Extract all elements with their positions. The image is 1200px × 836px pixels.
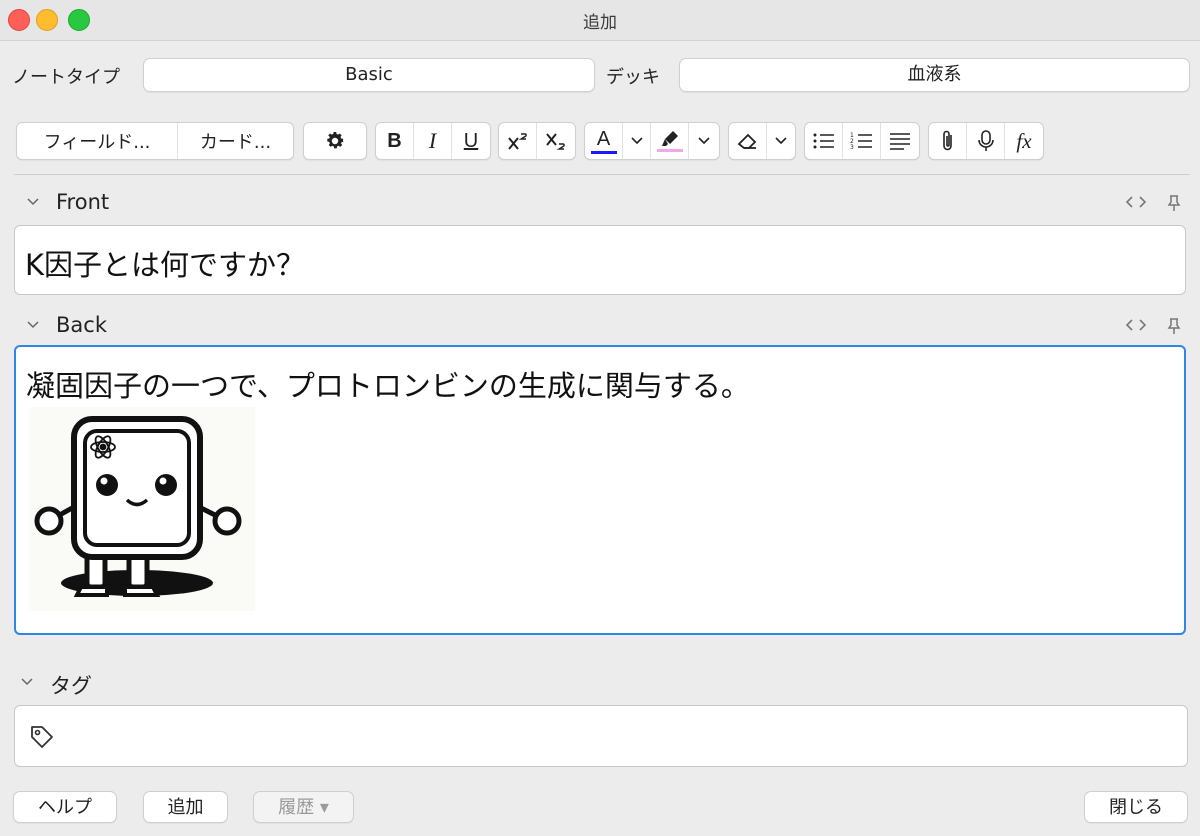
attach-icon[interactable] (929, 123, 967, 159)
eraser-icon[interactable] (729, 123, 767, 159)
collapse-chevron-icon[interactable] (26, 194, 40, 208)
editor-toolbar: フィールド... カード... B I U A 1 2 3 fx (0, 122, 1200, 160)
underline-button[interactable]: U (452, 123, 490, 159)
color-group: A (584, 122, 720, 160)
subscript-icon[interactable] (537, 123, 575, 159)
highlight-color-dropdown[interactable] (689, 123, 719, 159)
title-bar: 追加 (0, 0, 1200, 41)
align-icon[interactable] (881, 123, 919, 159)
back-field-label: Back (56, 313, 107, 337)
history-button[interactable]: 履歴 ▾ (253, 791, 354, 823)
highlighter-icon (661, 131, 678, 146)
svg-text:3: 3 (850, 144, 854, 151)
window-title: 追加 (583, 13, 617, 33)
math-icon[interactable]: fx (1005, 123, 1043, 159)
fields-cards-group: フィールド... カード... (16, 122, 294, 160)
fields-button[interactable]: フィールド... (17, 123, 178, 159)
text-style-group: B I U (375, 122, 491, 160)
microphone-icon[interactable] (967, 123, 1005, 159)
eraser-group (728, 122, 796, 160)
chevron-down-icon (698, 137, 710, 145)
script-group (498, 122, 576, 160)
tag-icon (31, 726, 53, 748)
character-image (29, 407, 255, 611)
text-color-glyph: A (596, 127, 611, 150)
back-field-content: 凝固因子の一つで、プロトロンビンの生成に関与する。 (26, 369, 750, 403)
italic-button[interactable]: I (414, 123, 452, 159)
deck-label: デッキ (606, 67, 660, 88)
front-field-label: Front (56, 190, 110, 214)
superscript-icon[interactable] (499, 123, 537, 159)
bold-button[interactable]: B (376, 123, 414, 159)
numbered-list-icon[interactable]: 123 (843, 123, 881, 159)
notetype-deck-row: ノートタイプ Basic デッキ 血液系 (0, 58, 1200, 92)
help-button[interactable]: ヘルプ (13, 791, 117, 823)
front-field-editor[interactable]: K因子とは何ですか？ (14, 225, 1186, 295)
media-group: fx (928, 122, 1044, 160)
options-group (303, 122, 367, 160)
tags-label: タグ (50, 674, 92, 698)
highlight-color-swatch (656, 149, 683, 152)
back-field-header: Back (0, 313, 1200, 341)
pin-icon[interactable] (1166, 317, 1182, 335)
text-color-dropdown[interactable] (623, 123, 651, 159)
pin-icon[interactable] (1166, 194, 1182, 212)
add-button[interactable]: 追加 (143, 791, 228, 823)
tags-header: タグ (0, 670, 1200, 698)
gear-icon[interactable] (304, 123, 366, 159)
notetype-selector[interactable]: Basic (143, 58, 595, 92)
front-field-content: K因子とは何ですか？ (25, 248, 306, 282)
back-field-editor[interactable]: 凝固因子の一つで、プロトロンビンの生成に関与する。 (14, 345, 1186, 635)
collapse-chevron-icon[interactable] (20, 674, 34, 688)
list-group: 123 (804, 122, 920, 160)
chevron-down-icon (775, 137, 787, 145)
text-color-swatch (590, 150, 617, 154)
close-button[interactable]: 閉じる (1084, 791, 1188, 823)
front-field-header: Front (0, 190, 1200, 218)
collapse-chevron-icon[interactable] (26, 317, 40, 331)
html-editor-icon[interactable] (1124, 194, 1148, 210)
toolbar-divider (14, 174, 1190, 175)
tags-input[interactable] (14, 705, 1188, 767)
notetype-label: ノートタイプ (12, 67, 120, 88)
bullet-list-icon[interactable] (805, 123, 843, 159)
eraser-dropdown[interactable] (767, 123, 795, 159)
chevron-down-icon (630, 137, 643, 145)
cards-button[interactable]: カード... (178, 123, 293, 159)
text-color-button[interactable]: A (585, 123, 623, 159)
deck-selector[interactable]: 血液系 (679, 58, 1190, 92)
highlight-color-button[interactable] (651, 123, 689, 159)
html-editor-icon[interactable] (1124, 317, 1148, 333)
